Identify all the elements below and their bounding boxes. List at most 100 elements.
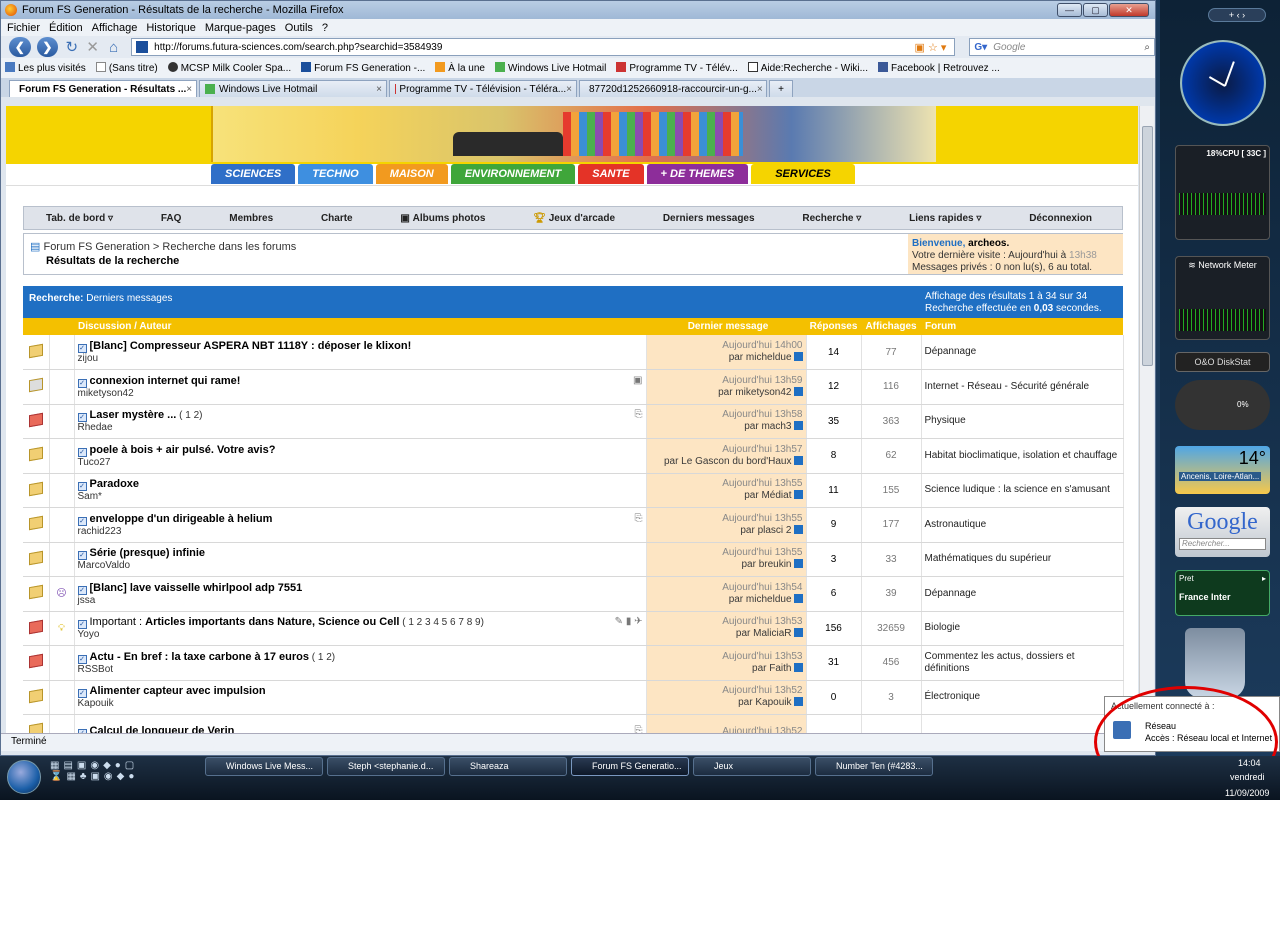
thread-author[interactable]: rachid223 xyxy=(78,526,643,537)
back-button[interactable]: ❮ xyxy=(9,37,31,57)
checkbox-icon[interactable]: ✓ xyxy=(77,654,87,664)
last-post-author[interactable]: par MaliciaR xyxy=(736,628,792,639)
last-post-author[interactable]: par micheldue xyxy=(729,352,792,363)
clock-day[interactable]: vendredi xyxy=(1230,772,1265,782)
clock-gadget[interactable] xyxy=(1180,40,1266,126)
menu-fichier[interactable]: Fichier xyxy=(7,22,40,34)
go-to-last-post-icon[interactable] xyxy=(793,559,803,569)
forum-link[interactable]: Dépannage xyxy=(921,335,1124,370)
last-post-author[interactable]: par Faith xyxy=(752,663,791,674)
thread-title-link[interactable]: Alimenter capteur avec impulsion xyxy=(90,685,266,697)
maximize-button[interactable]: ▢ xyxy=(1083,3,1108,17)
close-button[interactable]: ✕ xyxy=(1109,3,1149,17)
checkbox-icon[interactable]: ✓ xyxy=(77,620,87,630)
go-to-last-post-icon[interactable] xyxy=(793,386,803,396)
taskbar-button[interactable]: Number Ten (#4283... xyxy=(815,757,933,776)
menu-historique[interactable]: Historique xyxy=(146,22,196,34)
bookmark-item[interactable]: Forum FS Generation -... xyxy=(301,62,425,74)
forum-link[interactable]: Physique xyxy=(921,404,1124,439)
thread-author[interactable]: Tuco27 xyxy=(78,457,643,468)
taskbar-button[interactable]: Windows Live Mess... xyxy=(205,757,323,776)
tab-forum[interactable]: Forum FS Generation - Résultats ... × xyxy=(9,80,197,97)
thread-title-link[interactable]: Actu - En bref : la taxe carbone à 17 eu… xyxy=(90,651,309,663)
category-sciences[interactable]: SCIENCES xyxy=(211,164,296,184)
last-post-author[interactable]: par miketyson42 xyxy=(718,387,791,398)
last-post-author[interactable]: par breukin xyxy=(741,559,791,570)
tab-programme-tv[interactable]: Programme TV - Télévision - Téléra... × xyxy=(389,80,577,97)
last-post-author[interactable]: par Le Gascon du bord'Haux xyxy=(664,456,792,467)
thread-title-link[interactable]: Paradoxe xyxy=(90,478,140,490)
cpu-meter-gadget[interactable]: CPU [ 33C ] 18% xyxy=(1175,145,1270,240)
stop-icon[interactable]: ✕ xyxy=(85,38,100,56)
play-icon[interactable]: ▸ xyxy=(1262,574,1266,583)
thread-author[interactable]: Sam* xyxy=(78,491,643,502)
forum-link[interactable]: Électronique xyxy=(921,680,1124,715)
nav-faq[interactable]: FAQ xyxy=(161,213,182,224)
last-post-author[interactable]: par Kapouik xyxy=(738,697,791,708)
thread-pages[interactable]: ( 1 2) xyxy=(179,410,202,421)
weather-gadget[interactable]: 14° Ancenis, Loire-Atlan... xyxy=(1175,446,1270,494)
category-techno[interactable]: TECHNO xyxy=(298,164,373,184)
thread-pages[interactable]: ( 1 2) xyxy=(312,652,335,663)
thread-author[interactable]: jssa xyxy=(78,595,643,606)
menu-marque-pages[interactable]: Marque-pages xyxy=(205,22,276,34)
username-link[interactable]: archeos. xyxy=(968,238,1009,249)
bookmark-item[interactable]: MCSP Milk Cooler Spa... xyxy=(167,62,291,74)
nav-tableau-de-bord[interactable]: Tab. de bord ▿ xyxy=(46,213,113,224)
google-gadget-input[interactable]: Rechercher... xyxy=(1179,538,1266,550)
home-icon[interactable]: ⌂ xyxy=(106,39,121,56)
start-button[interactable] xyxy=(7,760,41,794)
forum-link[interactable]: Internet - Réseau - Sécurité générale xyxy=(921,369,1124,405)
radio-gadget[interactable]: Pret ▸ France Inter xyxy=(1175,570,1270,616)
forum-link[interactable]: Science ludique : la science en s'amusan… xyxy=(921,473,1124,508)
go-to-last-post-icon[interactable] xyxy=(793,490,803,500)
thread-author[interactable]: Rhedae xyxy=(78,422,643,433)
minimize-button[interactable]: — xyxy=(1057,3,1082,17)
private-messages-link[interactable]: Messages privés : 0 non lu(s), 6 au tota… xyxy=(912,262,1092,273)
breadcrumb-search-link[interactable]: Recherche dans les forums xyxy=(162,241,296,253)
tab-hotmail[interactable]: Windows Live Hotmail × xyxy=(199,80,387,97)
thread-author[interactable]: RSSBot xyxy=(78,664,643,675)
thread-pages[interactable]: ( 1 2 3 4 5 6 7 8 9) xyxy=(402,617,484,628)
checkbox-icon[interactable]: ✓ xyxy=(77,344,87,353)
nav-liens-rapides[interactable]: Liens rapides ▿ xyxy=(909,213,981,224)
disk-usage-gadget[interactable]: 0% xyxy=(1175,380,1270,430)
thread-title-link[interactable]: Série (presque) infinie xyxy=(90,547,206,559)
forward-button[interactable]: ❯ xyxy=(36,37,59,57)
checkbox-icon[interactable]: ✓ xyxy=(77,689,87,699)
forum-link[interactable]: Mathématiques du supérieur xyxy=(921,542,1124,577)
tab-close-icon[interactable]: × xyxy=(757,84,763,95)
forum-link[interactable]: Commentez les actus, dossiers et définit… xyxy=(921,645,1124,681)
go-to-last-post-icon[interactable] xyxy=(793,421,803,431)
forum-link[interactable]: Dépannage xyxy=(921,576,1124,612)
replies-count[interactable]: 156 xyxy=(806,611,862,646)
thread-title-link[interactable]: poele à bois + air pulsé. Votre avis? xyxy=(90,444,276,456)
checkbox-icon[interactable]: ✓ xyxy=(77,585,87,595)
go-to-last-post-icon[interactable] xyxy=(793,524,803,534)
col-forum[interactable]: Forum xyxy=(921,318,1123,335)
menu-edition[interactable]: Édition xyxy=(49,22,83,34)
tab-image[interactable]: 87720d1252660918-raccourcir-un-g... × xyxy=(579,80,767,97)
taskbar-button[interactable]: Shareaza xyxy=(449,757,567,776)
clock-time[interactable]: 14:04 xyxy=(1238,758,1261,768)
vertical-scrollbar[interactable] xyxy=(1139,106,1154,733)
replies-count[interactable]: 6 xyxy=(806,576,862,612)
forum-link[interactable]: Habitat bioclimatique, isolation et chau… xyxy=(921,438,1124,474)
replies-count[interactable]: 0 xyxy=(806,680,862,715)
thread-author[interactable]: MarcoValdo xyxy=(78,560,643,571)
menu-outils[interactable]: Outils xyxy=(285,22,313,34)
forum-link[interactable]: Biologie xyxy=(921,611,1124,646)
go-to-last-post-icon[interactable] xyxy=(793,455,803,465)
nav-derniers-messages[interactable]: Derniers messages xyxy=(663,213,755,224)
tab-close-icon[interactable]: × xyxy=(566,84,572,95)
thread-title-link[interactable]: Laser mystère ... xyxy=(90,409,177,421)
tab-close-icon[interactable]: × xyxy=(186,84,192,95)
nav-membres[interactable]: Membres xyxy=(229,213,273,224)
menu-help[interactable]: ? xyxy=(322,22,328,34)
clock-date[interactable]: 11/09/2009 xyxy=(1225,788,1269,798)
last-post-author[interactable]: par plasci 2 xyxy=(740,525,791,536)
search-icon[interactable]: ⌕ xyxy=(1144,42,1150,53)
replies-count[interactable] xyxy=(806,714,862,733)
diskstat-gadget[interactable]: O&O DiskStat xyxy=(1175,352,1270,372)
last-post-author[interactable]: par micheldue xyxy=(729,594,792,605)
